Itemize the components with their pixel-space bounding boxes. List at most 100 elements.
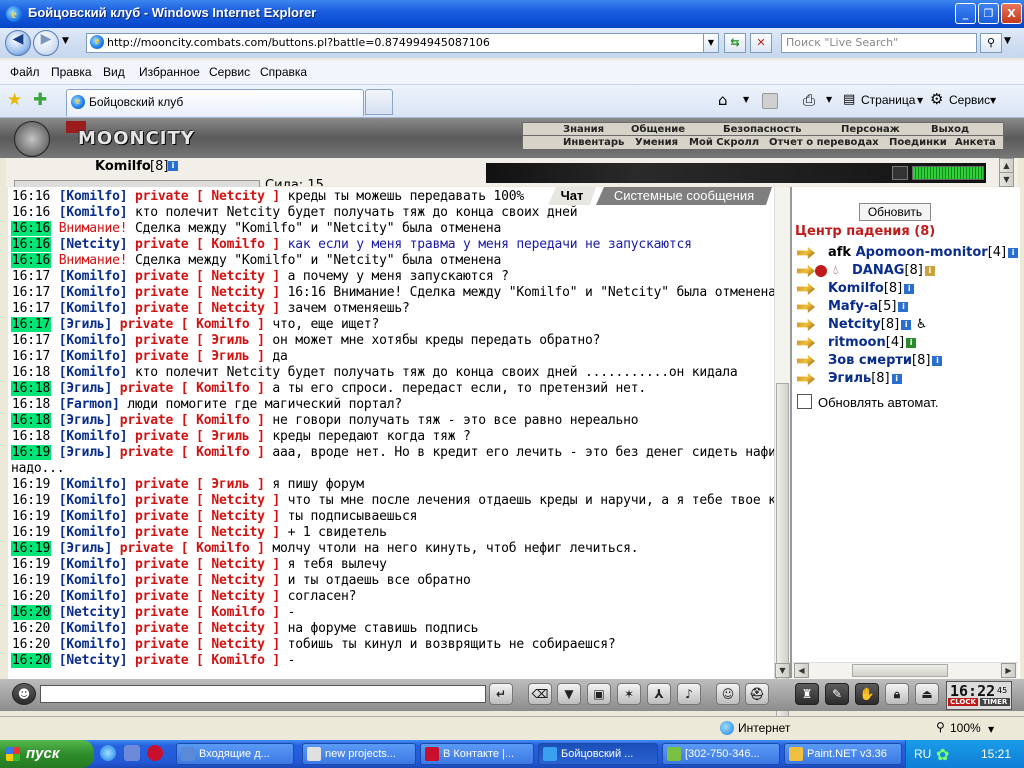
chat-timestamp[interactable]: 16:16 (11, 221, 52, 236)
chat-nick[interactable]: [Эгиль] (59, 381, 113, 396)
add-favorite-icon[interactable]: ✚ (33, 90, 47, 110)
chat-nick[interactable]: [Komilfo] (59, 573, 128, 588)
smiley-head-icon[interactable]: ☻ (12, 683, 36, 705)
nav-inventory[interactable]: Инвентарь (563, 136, 624, 149)
chat-timestamp[interactable]: 16:17 (11, 349, 51, 364)
taskbar-item[interactable]: Paint.NET v3.36 (784, 743, 902, 765)
zoom-level[interactable]: 100% (950, 721, 981, 735)
chat-timestamp[interactable]: 16:19 (11, 509, 51, 524)
chat-timestamp[interactable]: 16:18 (11, 413, 52, 428)
user-info-icon[interactable]: i (898, 301, 909, 312)
chat-nick[interactable]: [Эгиль] (59, 445, 113, 460)
chat-nick[interactable]: [Komilfo] (59, 429, 128, 444)
chat-nick[interactable]: [Netcity] (59, 237, 128, 252)
start-button[interactable]: пуск (0, 740, 94, 768)
user-info-icon[interactable]: i (901, 319, 912, 330)
chat-private-tag[interactable]: private [ Netcity ] (127, 621, 280, 636)
service-dropdown-icon[interactable]: ▼ (990, 96, 996, 105)
minimize-button[interactable]: _ (955, 3, 976, 24)
chat-private-tag[interactable]: private [ Netcity ] (127, 493, 280, 508)
room-hscrollbar[interactable]: ◀ ▶ (792, 662, 1018, 679)
nav-transfer-report[interactable]: Отчет о переводах (769, 136, 879, 149)
maximize-button[interactable]: ❐ (978, 3, 999, 24)
chat-private-tag[interactable]: private [ Komilfo ] (127, 605, 280, 620)
chat-nick[interactable]: [Komilfo] (59, 621, 128, 636)
chat-private-tag[interactable]: private [ Netcity ] (127, 589, 280, 604)
timer-label[interactable]: TIMER (980, 698, 1010, 706)
send-icon[interactable]: ↵ (489, 683, 513, 705)
chat-nick[interactable]: [Netcity] (59, 653, 128, 668)
chat-timestamp[interactable]: 16:19 (11, 493, 51, 508)
chat-timestamp[interactable]: 16:16 (11, 189, 51, 204)
chat-timestamp[interactable]: 16:19 (11, 541, 52, 556)
chat-nick[interactable]: [Komilfo] (59, 493, 128, 508)
chat-timestamp[interactable]: 16:19 (11, 445, 52, 460)
chat-timestamp[interactable]: 16:19 (11, 557, 51, 572)
user-entry[interactable]: Komilfo[8] i (828, 281, 915, 296)
home-icon[interactable]: ⌂ (718, 91, 728, 109)
refresh-panel-icon[interactable] (892, 166, 908, 180)
nav-skills[interactable]: Умения (635, 136, 678, 149)
chat-timestamp[interactable]: 16:20 (11, 589, 51, 604)
chat-timestamp[interactable]: 16:18 (11, 429, 51, 444)
new-tab-button[interactable] (365, 89, 393, 115)
chat-private-tag[interactable]: private [ Komilfo ] (112, 317, 265, 332)
chat-timestamp[interactable]: 16:16 (11, 205, 51, 220)
chat-nick[interactable]: [Komilfo] (59, 365, 128, 380)
user-entry[interactable]: DANAG[8] i (852, 263, 935, 278)
nav-fights[interactable]: Поединки (889, 136, 947, 149)
chat-private-tag[interactable]: private [ Komilfo ] (127, 653, 280, 668)
room-scroll-thumb[interactable] (852, 664, 948, 677)
chat-scroll-down-icon[interactable]: ▼ (775, 663, 790, 678)
nav-profile[interactable]: Анкета (955, 136, 996, 149)
user-entry[interactable]: Эгиль[8] i (828, 371, 902, 386)
chat-private-tag[interactable]: private [ Netcity ] (127, 525, 280, 540)
chat-nick[interactable]: [Эгиль] (59, 413, 113, 428)
page-menu[interactable]: Страница (861, 93, 915, 107)
chat-nick[interactable]: [Komilfo] (59, 333, 128, 348)
chat-nick[interactable]: [Komilfo] (59, 557, 128, 572)
user-info-icon[interactable]: i (891, 373, 902, 384)
chat-private-tag[interactable]: private [ Netcity ] (127, 509, 280, 524)
clan-badge-icon[interactable] (815, 265, 827, 277)
chat-nick[interactable]: [Komilfo] (59, 285, 128, 300)
refresh-icon[interactable]: ⇆ (724, 33, 746, 53)
search-icon[interactable]: ⚲ (980, 33, 1002, 53)
chat-nick[interactable]: [Эгиль] (59, 541, 113, 556)
feeds-icon[interactable] (762, 93, 778, 109)
user-entry[interactable]: ritmoon[4] i (828, 335, 917, 350)
exit-door-icon[interactable]: ⏏ (915, 683, 939, 705)
chat-timestamp[interactable]: 16:20 (11, 605, 52, 620)
translit-icon[interactable]: ⅄ (647, 683, 671, 705)
clock-label[interactable]: CLOCK (948, 698, 978, 706)
chat-private-tag[interactable]: private [ Netcity ] (127, 557, 280, 572)
chat-nick[interactable]: [Komilfo] (59, 509, 128, 524)
close-button[interactable]: X (1001, 3, 1022, 24)
chat-timestamp[interactable]: 16:17 (11, 269, 51, 284)
chat-private-tag[interactable]: private [ Netcity ] (127, 637, 280, 652)
stop-icon[interactable]: ✕ (750, 33, 772, 53)
user-name[interactable]: Netcity (828, 317, 881, 332)
user-entry[interactable]: Mafy-a[5] i (828, 299, 909, 314)
chat-nick[interactable]: [Komilfo] (59, 589, 128, 604)
search-input[interactable]: Поиск "Live Search" (781, 33, 977, 53)
zoom-dropdown-icon[interactable]: ▼ (988, 725, 994, 734)
save-log-icon[interactable]: ▣ (587, 683, 611, 705)
chat-input[interactable] (40, 685, 486, 703)
chat-timestamp[interactable]: 16:17 (11, 333, 51, 348)
chat-nick[interactable]: [Komilfo] (59, 525, 128, 540)
user-name[interactable]: DANAG (852, 263, 904, 278)
menu-file[interactable]: Файл (10, 65, 40, 79)
chat-nick[interactable]: [Komilfo] (59, 189, 128, 204)
service-menu[interactable]: Сервис (949, 93, 990, 107)
user-name[interactable]: ritmoon (828, 335, 886, 350)
user-name[interactable]: Mafy-a (828, 299, 878, 314)
chat-timestamp[interactable]: 16:19 (11, 477, 51, 492)
chat-timestamp[interactable]: 16:18 (11, 397, 51, 412)
chat-private-tag[interactable]: private [ Komilfo ] (127, 237, 280, 252)
top-scroll-down-icon[interactable]: ▼ (999, 172, 1014, 187)
chat-private-tag[interactable]: private [ Netcity ] (127, 285, 280, 300)
inventory-icon[interactable]: ♜ (795, 683, 819, 705)
home-dropdown-icon[interactable]: ▼ (743, 95, 749, 104)
scroll-icon[interactable]: ✎ (825, 683, 849, 705)
